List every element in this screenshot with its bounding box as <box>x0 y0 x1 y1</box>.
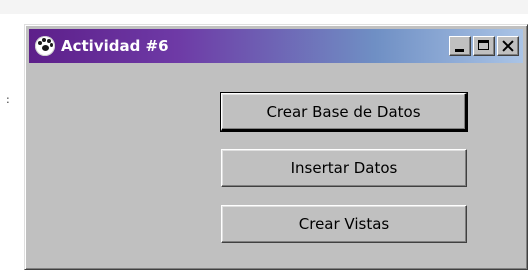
background-window-strip <box>0 0 528 14</box>
window-controls <box>449 36 519 56</box>
app-window: Actividad #6 Crear Base de Datos Inserta… <box>24 24 528 270</box>
window-title: Actividad #6 <box>61 37 169 55</box>
paw-icon[interactable] <box>35 36 55 56</box>
crear-vistas-button[interactable]: Crear Vistas <box>221 205 467 243</box>
maximize-icon[interactable] <box>473 36 495 56</box>
crear-base-de-datos-button[interactable]: Crear Base de Datos <box>220 92 468 132</box>
close-icon[interactable] <box>497 36 519 56</box>
desktop-background: : Actividad #6 Crear Base de Datos Inser… <box>0 0 528 270</box>
minimize-icon[interactable] <box>449 36 471 56</box>
background-edge-glyph: : <box>6 93 10 106</box>
title-bar[interactable]: Actividad #6 <box>29 29 523 63</box>
insertar-datos-button[interactable]: Insertar Datos <box>221 149 467 187</box>
